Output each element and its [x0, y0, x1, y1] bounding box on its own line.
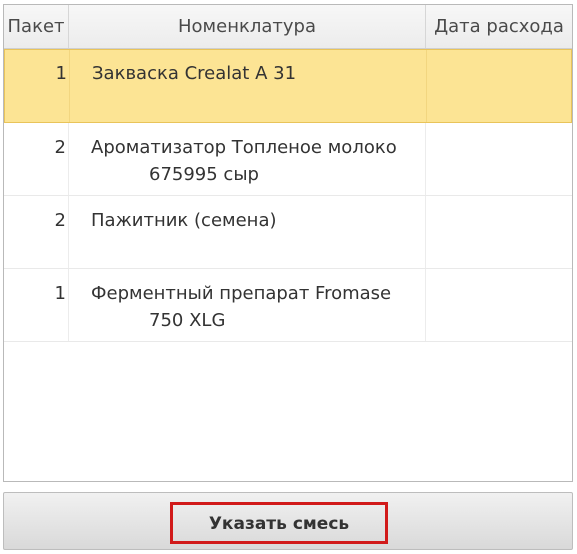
column-divider	[69, 50, 70, 122]
column-divider	[425, 196, 426, 268]
packet-cell: 2	[54, 210, 66, 231]
nomenclature-line-1: Ферментный препарат Fromase	[91, 283, 392, 304]
table-row[interactable]: 2 Ароматизатор Топленое молоко 675995 сы…	[4, 123, 572, 196]
column-header-packet[interactable]: Пакет	[4, 5, 69, 48]
column-divider	[68, 123, 69, 195]
packet-cell: 1	[55, 63, 67, 84]
packet-cell: 1	[54, 283, 66, 304]
packet-cell: 2	[54, 137, 66, 158]
nomenclature-cell: Ароматизатор Топленое молоко 675995 сыр	[91, 134, 421, 188]
column-divider	[426, 50, 427, 122]
nomenclature-line-1: Ароматизатор Топленое молоко	[91, 137, 397, 158]
table-row[interactable]: 1 Ферментный препарат Fromase 750 XLG	[4, 269, 572, 342]
column-header-consumption-date[interactable]: Дата расхода	[426, 5, 572, 48]
action-bar: Указать смесь	[3, 492, 573, 550]
column-divider	[68, 196, 69, 268]
nomenclature-line-1: Закваска Crealat A 31	[92, 63, 297, 84]
nomenclature-line-1: Пажитник (семена)	[91, 210, 277, 231]
nomenclature-cell: Закваска Crealat A 31	[92, 60, 422, 87]
column-divider	[425, 123, 426, 195]
nomenclature-cell: Ферментный препарат Fromase 750 XLG	[91, 280, 421, 334]
nomenclature-cell: Пажитник (семена)	[91, 207, 421, 234]
nomenclature-line-2: 675995 сыр	[149, 164, 259, 185]
table-row[interactable]: 2 Пажитник (семена)	[4, 196, 572, 269]
items-table: Пакет Номенклатура Дата расхода 1 Заквас…	[3, 4, 573, 482]
table-body: 1 Закваска Crealat A 31 2 Ароматизатор Т…	[4, 49, 572, 342]
nomenclature-line-2: 750 XLG	[149, 310, 226, 331]
table-row[interactable]: 1 Закваска Crealat A 31	[4, 49, 572, 123]
column-divider	[425, 269, 426, 341]
column-header-nomenclature[interactable]: Номенклатура	[69, 5, 426, 48]
column-divider	[68, 269, 69, 341]
specify-mix-button[interactable]: Указать смесь	[170, 502, 388, 544]
table-header: Пакет Номенклатура Дата расхода	[4, 5, 572, 49]
